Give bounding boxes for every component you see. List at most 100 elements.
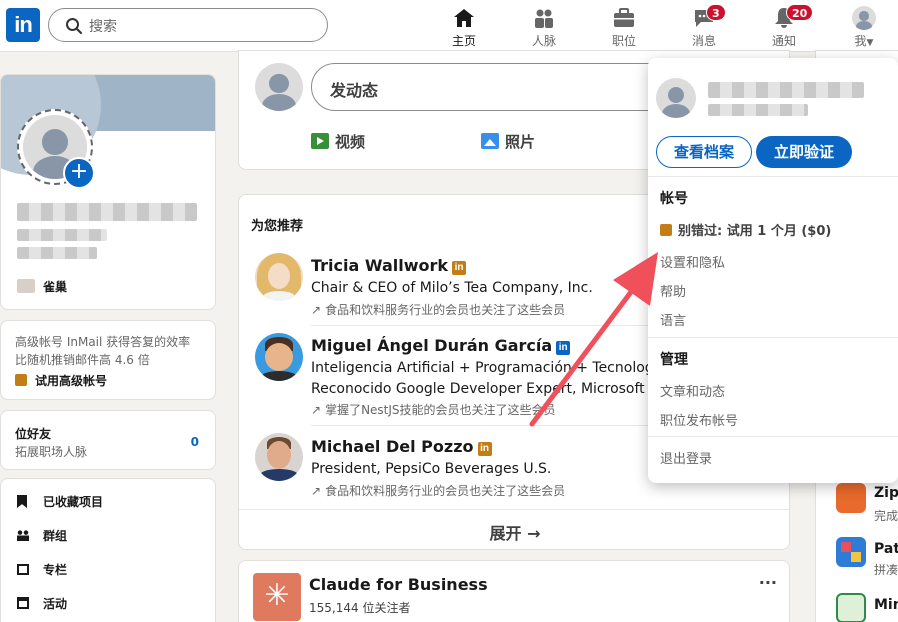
settings-privacy-link[interactable]: 设置和隐私 bbox=[660, 252, 725, 271]
view-profile-button[interactable]: 查看档案 bbox=[656, 136, 752, 168]
nav-notifications[interactable]: 20 通知 bbox=[744, 4, 824, 50]
company-followers: 155,144 位关注者 bbox=[309, 601, 411, 615]
connections-card[interactable]: 位好友 拓展职场人脉 0 bbox=[0, 410, 216, 470]
nav-label: 通知 bbox=[771, 34, 796, 48]
premium-badge-icon bbox=[15, 374, 27, 386]
shortcuts-card: 已收藏项目 群组 专栏 活动 bbox=[0, 478, 216, 622]
profile-headline-redacted bbox=[17, 229, 107, 241]
game-name[interactable]: Zip bbox=[874, 485, 898, 501]
org-logo-icon bbox=[17, 279, 35, 293]
dropdown-name-redacted bbox=[708, 82, 864, 98]
premium-trial-link[interactable]: 别错过: 试用 1 个月 ($0) bbox=[660, 220, 831, 239]
linkedin-logo[interactable]: in bbox=[6, 8, 40, 42]
person-note: ↗ 掌握了NestJS技能的会员也关注了这些会员 bbox=[311, 403, 556, 417]
divider bbox=[648, 436, 898, 437]
premium-cta[interactable]: 试用高级帐号 bbox=[15, 372, 201, 389]
add-photo-icon[interactable]: + bbox=[63, 157, 95, 189]
person-photo[interactable] bbox=[255, 433, 303, 481]
menu-groups[interactable]: 群组 bbox=[17, 527, 67, 544]
person-title: Inteligencia Artificial + Programación +… bbox=[311, 360, 667, 376]
sign-out-link[interactable]: 退出登录 bbox=[660, 448, 712, 467]
divider bbox=[648, 337, 898, 338]
claude-sunburst-icon: ✳ bbox=[264, 578, 290, 613]
premium-promo: 高级帐号 InMail 获得答复的效率比随机推销邮件高 4.6 倍 bbox=[15, 335, 191, 367]
trend-icon: ↗ bbox=[311, 484, 322, 498]
person-photo[interactable] bbox=[255, 333, 303, 381]
profile-org[interactable]: 雀巢 bbox=[17, 278, 67, 295]
nav-label: 消息 bbox=[691, 34, 716, 48]
more-options-icon[interactable]: ··· bbox=[759, 573, 777, 592]
trend-icon: ↗ bbox=[311, 303, 322, 317]
photo-button[interactable]: 照片 bbox=[481, 131, 535, 152]
expand-button[interactable]: 展开 → bbox=[239, 520, 789, 544]
menu-saved[interactable]: 已收藏项目 bbox=[17, 493, 103, 510]
premium-in-icon: in bbox=[477, 442, 492, 456]
menu-events[interactable]: 活动 bbox=[17, 595, 67, 612]
search-icon bbox=[66, 18, 83, 35]
person-title: Chair & CEO of Milo’s Tea Company, Inc. bbox=[311, 280, 593, 296]
person-title: President, PepsiCo Beverages U.S. bbox=[311, 461, 552, 477]
top-nav: in 搜索 主页 人脉 职位 3 消息 20 通知 我▼ bbox=[0, 0, 898, 53]
recommendations-title: 为您推荐 bbox=[251, 219, 304, 234]
premium-badge-icon bbox=[660, 224, 672, 236]
caret-down-icon: ▼ bbox=[866, 38, 874, 48]
connections-title: 位好友 bbox=[15, 427, 52, 441]
start-post-placeholder: 发动态 bbox=[330, 81, 379, 100]
messaging-badge: 3 bbox=[706, 4, 726, 21]
search-box[interactable]: 搜索 bbox=[48, 8, 328, 42]
job-posting-account-link[interactable]: 职位发布帐号 bbox=[660, 410, 738, 429]
language-link[interactable]: 语言 bbox=[660, 310, 686, 329]
person-title-line2: Reconocido Google Developer Expert, Micr… bbox=[311, 381, 662, 397]
nav-label: 主页 bbox=[451, 34, 476, 48]
video-button[interactable]: 视频 bbox=[311, 131, 365, 152]
premium-card[interactable]: 高级帐号 InMail 获得答复的效率比随机推销邮件高 4.6 倍 试用高级帐号 bbox=[0, 320, 216, 400]
mini-game-icon[interactable] bbox=[836, 593, 866, 622]
company-card: ✳ Claude for Business 155,144 位关注者 ··· bbox=[238, 560, 790, 622]
account-section-title: 帐号 bbox=[660, 191, 688, 207]
company-name[interactable]: Claude for Business bbox=[309, 575, 488, 594]
home-icon bbox=[454, 9, 474, 27]
dropdown-headline-redacted bbox=[708, 104, 808, 116]
person-note: ↗ 食品和饮料服务行业的会员也关注了这些会员 bbox=[311, 303, 566, 317]
profile-name-redacted bbox=[17, 203, 197, 221]
right-games-card: Zip 完成 Pat 拼凑 Min bbox=[815, 470, 898, 622]
trend-icon: ↗ bbox=[311, 403, 322, 417]
me-dropdown-menu: 查看档案 立即验证 帐号 别错过: 试用 1 个月 ($0) 设置和隐私 帮助 … bbox=[648, 58, 898, 483]
nav-me[interactable]: 我▼ bbox=[824, 4, 898, 50]
person-name[interactable]: Michael Del Pozzo in bbox=[311, 437, 492, 456]
avatar bbox=[852, 6, 876, 30]
game-name[interactable]: Min bbox=[874, 597, 898, 613]
nav-home[interactable]: 主页 bbox=[424, 4, 504, 53]
game-name[interactable]: Pat bbox=[874, 541, 898, 557]
nav-messaging[interactable]: 3 消息 bbox=[664, 4, 744, 50]
bookmark-icon bbox=[17, 495, 27, 508]
linkedin-in-icon: in bbox=[556, 341, 571, 355]
divider bbox=[239, 509, 789, 510]
groups-icon bbox=[17, 529, 29, 541]
posts-activity-link[interactable]: 文章和动态 bbox=[660, 381, 725, 400]
menu-newsletters[interactable]: 专栏 bbox=[17, 561, 67, 578]
nav-label: 我▼ bbox=[854, 34, 874, 48]
avatar bbox=[656, 78, 696, 118]
profile-card: + 雀巢 bbox=[0, 74, 216, 310]
person-name[interactable]: Miguel Ángel Durán García in bbox=[311, 336, 571, 355]
patches-game-icon[interactable] bbox=[836, 537, 866, 567]
zip-game-icon[interactable] bbox=[836, 483, 866, 513]
divider bbox=[648, 176, 898, 177]
help-link[interactable]: 帮助 bbox=[660, 281, 686, 300]
company-logo[interactable]: ✳ bbox=[253, 573, 301, 621]
nav-jobs[interactable]: 职位 bbox=[584, 4, 664, 50]
photo-icon bbox=[481, 133, 499, 149]
notifications-badge: 20 bbox=[786, 4, 814, 21]
verify-now-button[interactable]: 立即验证 bbox=[756, 136, 852, 168]
game-sub: 拼凑 bbox=[874, 563, 898, 577]
network-icon bbox=[535, 9, 553, 28]
manage-section-title: 管理 bbox=[660, 352, 688, 368]
calendar-icon bbox=[17, 597, 29, 609]
person-name[interactable]: Tricia Wallwork in bbox=[311, 256, 467, 275]
nav-label: 职位 bbox=[611, 34, 636, 48]
person-photo[interactable] bbox=[255, 253, 303, 301]
avatar bbox=[255, 63, 303, 111]
game-sub: 完成 bbox=[874, 509, 898, 523]
nav-network[interactable]: 人脉 bbox=[504, 4, 584, 50]
